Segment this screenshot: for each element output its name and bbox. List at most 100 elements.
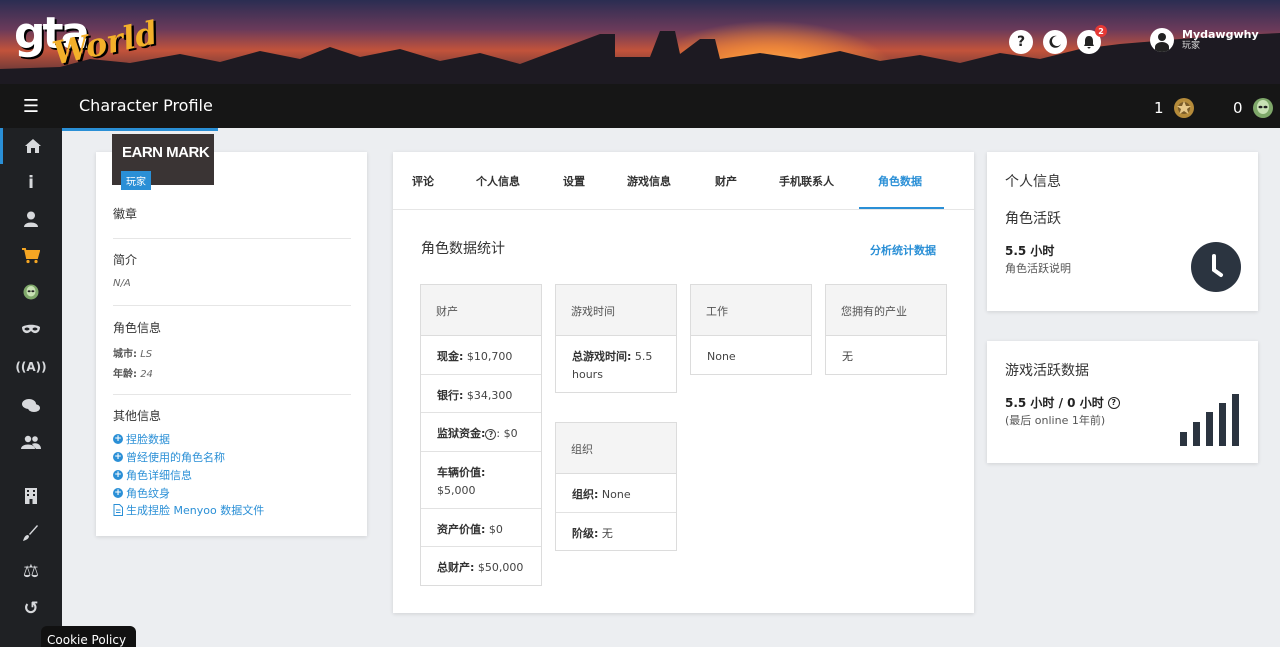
- alien-counter[interactable]: 0: [1233, 96, 1275, 120]
- brush-icon: [23, 525, 38, 541]
- property-box: 财产 现金: $10,700 银行: $34,300 监狱资金:?: $0 车辆…: [420, 284, 542, 586]
- sidebar-item-info[interactable]: i: [0, 165, 62, 201]
- header-bar: ☰ Character Profile 1 0: [0, 84, 1280, 131]
- chat-icon: [22, 399, 40, 412]
- sidebar-item-alien[interactable]: [0, 274, 62, 310]
- broadcast-icon: ((A)): [15, 360, 47, 374]
- page-title: Character Profile: [79, 96, 213, 115]
- cart-icon: [22, 248, 40, 264]
- property-row-bank: 银行: $34,300: [421, 375, 541, 413]
- divider: [113, 305, 351, 306]
- link-generate-menyoo[interactable]: 生成捏脸 Menyoo 数据文件: [113, 502, 264, 518]
- sidebar-item-shop[interactable]: [0, 238, 62, 274]
- mask-icon: [22, 324, 40, 334]
- character-info-label: 角色信息: [113, 321, 162, 335]
- link-previous-names[interactable]: + 曾经使用的角色名称: [113, 449, 225, 465]
- personal-info-title: 个人信息: [1005, 174, 1061, 190]
- rank-row: 阶级: 无: [572, 527, 613, 540]
- sidebar-item-users[interactable]: [0, 424, 62, 460]
- user-avatar-icon: [1150, 28, 1174, 52]
- character-name: EARN MARK: [122, 144, 210, 161]
- title-underline: [62, 128, 218, 131]
- link-face-data[interactable]: + 捏脸数据: [113, 431, 170, 447]
- game-last-online: (最后 online 1年前): [1005, 414, 1106, 427]
- job-box: 工作 None: [690, 284, 812, 375]
- tab-character-data[interactable]: 角色数据: [878, 173, 922, 189]
- user-name: Mydawgwhy: [1182, 28, 1259, 41]
- badge-count: 1: [1154, 99, 1164, 117]
- cookie-policy-button[interactable]: Cookie Policy: [41, 626, 136, 647]
- alien-emblem-icon: [1252, 98, 1273, 118]
- scale-icon: ⚖: [22, 560, 40, 582]
- badge-counter[interactable]: 1: [1154, 96, 1196, 120]
- job-header: 工作: [691, 285, 811, 336]
- bio-label: 简介: [113, 253, 138, 267]
- user-role: 玩家: [1182, 41, 1201, 51]
- property-row-vehicle-value: 车辆价值: $5,000: [421, 452, 541, 509]
- tab-game-info[interactable]: 游戏信息: [627, 173, 671, 189]
- sidebar-item-building[interactable]: [0, 478, 62, 514]
- link-character-tattoos[interactable]: + 角色纹身: [113, 485, 170, 501]
- divider: [113, 238, 351, 239]
- bio-value: N/A: [113, 278, 131, 289]
- property-row-cash: 现金: $10,700: [421, 336, 541, 375]
- tab-personal-info[interactable]: 个人信息: [476, 173, 520, 189]
- undo-icon: ↺: [23, 597, 39, 619]
- sidebar-item-mask[interactable]: [0, 312, 62, 348]
- gta-world-logo[interactable]: gta World: [12, 6, 161, 76]
- sidebar-item-home[interactable]: [0, 128, 62, 164]
- notifications-icon[interactable]: 2: [1077, 25, 1107, 54]
- property-row-total: 总财产: $50,000: [437, 561, 524, 574]
- badges-label: 徽章: [113, 207, 138, 221]
- tab-property[interactable]: 财产: [715, 173, 737, 189]
- owned-business-value: 无: [842, 350, 853, 363]
- signal-bars-icon: [1180, 394, 1239, 446]
- organization-header: 组织: [556, 423, 676, 474]
- plus-circle-icon: +: [113, 434, 123, 444]
- activity-description: 角色活跃说明: [1005, 262, 1071, 275]
- active-tab-indicator: [859, 207, 944, 209]
- playtime-box: 游戏时间 总游戏时间: 5.5 hours: [555, 284, 677, 393]
- alien-count: 0: [1233, 99, 1243, 117]
- sidebar-item-broadcast[interactable]: ((A)): [0, 349, 62, 385]
- game-activity-hours: 5.5 小时 / 0 小时 ?: [1005, 394, 1120, 411]
- sidebar-item-scale[interactable]: ⚖: [0, 553, 62, 589]
- help-icon[interactable]: ?: [1107, 396, 1120, 409]
- activity-title: 角色活跃: [1005, 211, 1061, 227]
- plus-circle-icon: +: [113, 488, 123, 498]
- badge-emblem-icon: [1173, 98, 1194, 118]
- tab-phone-contacts[interactable]: 手机联系人: [779, 173, 834, 189]
- plus-circle-icon: +: [113, 470, 123, 480]
- menu-toggle-icon[interactable]: ☰: [0, 84, 62, 128]
- analyze-stats-link[interactable]: 分析统计数据: [870, 242, 936, 258]
- tab-settings[interactable]: 设置: [563, 173, 585, 189]
- link-character-details[interactable]: + 角色详细信息: [113, 467, 192, 483]
- organization-row: 组织: None: [556, 474, 676, 513]
- property-row-asset-value: 资产价值: $0: [421, 509, 541, 547]
- user-icon: [24, 211, 38, 227]
- help-icon[interactable]: ?: [485, 429, 497, 440]
- file-icon: [113, 504, 123, 516]
- property-header: 财产: [421, 285, 541, 336]
- sidebar-item-chat[interactable]: [0, 388, 62, 424]
- user-menu[interactable]: Mydawgwhy 玩家: [1150, 28, 1259, 52]
- tab-comments[interactable]: 评论: [412, 173, 434, 189]
- stats-title: 角色数据统计: [421, 241, 505, 257]
- other-info-label: 其他信息: [113, 409, 162, 423]
- alien-icon: [23, 284, 39, 300]
- notification-count-badge: 2: [1095, 25, 1107, 37]
- divider: [113, 394, 351, 395]
- sidebar-item-undo[interactable]: ↺: [0, 590, 62, 626]
- activity-hours: 5.5 小时: [1005, 244, 1055, 258]
- sidebar-item-brush[interactable]: [0, 515, 62, 551]
- dark-mode-icon[interactable]: [1043, 30, 1067, 54]
- users-icon: [21, 435, 41, 449]
- age-line: 年龄: 24: [113, 369, 153, 380]
- game-activity-title: 游戏活跃数据: [1005, 363, 1089, 379]
- building-icon: [25, 488, 37, 504]
- top-icons: ? 2: [1009, 25, 1107, 54]
- sidebar-item-profile[interactable]: [0, 201, 62, 237]
- help-icon[interactable]: ?: [1009, 30, 1033, 54]
- organization-box: 组织 组织: None 阶级: 无: [555, 422, 677, 551]
- playtime-row: 总游戏时间: 5.5 hours: [572, 350, 653, 381]
